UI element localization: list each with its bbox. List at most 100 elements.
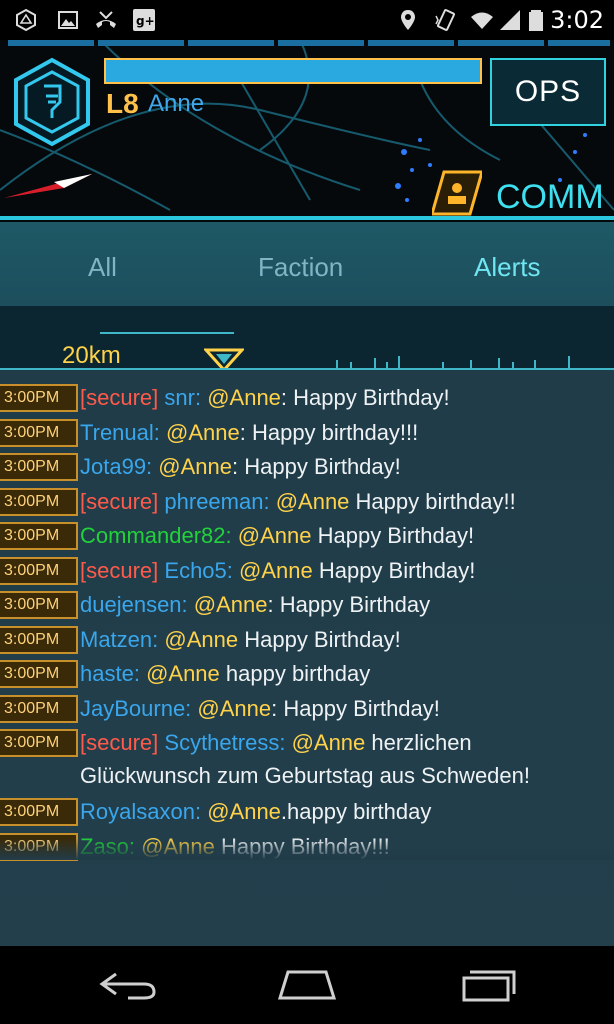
message-line: Matzen: @Anne Happy Birthday! bbox=[80, 626, 401, 654]
message-text: Happy birthday!! bbox=[349, 488, 516, 514]
back-icon[interactable] bbox=[98, 968, 158, 1002]
comm-agent-icon[interactable] bbox=[432, 170, 482, 216]
message-mention[interactable]: @Anne bbox=[239, 558, 313, 583]
message-sender[interactable]: snr: bbox=[164, 385, 201, 410]
message-sender[interactable]: haste: bbox=[80, 661, 140, 686]
message-text: herzlichen bbox=[365, 730, 472, 755]
location-icon bbox=[401, 10, 415, 30]
message-sender[interactable]: Scythetress: bbox=[164, 730, 285, 755]
message-timestamp: 3:00PM bbox=[0, 556, 78, 585]
message-text: : Happy Birthday bbox=[267, 592, 431, 617]
missed-call-icon bbox=[96, 11, 116, 28]
comm-title[interactable]: COMM bbox=[496, 178, 604, 217]
wifi-icon bbox=[471, 12, 493, 29]
ingress-icon bbox=[16, 8, 36, 32]
message-sender[interactable]: Commander82: bbox=[80, 523, 232, 548]
message-text: Happy Birthday! bbox=[238, 626, 401, 652]
message-mention[interactable]: @Anne bbox=[276, 489, 350, 514]
message-line: [secure] phreeman: @Anne Happy birthday!… bbox=[80, 488, 516, 516]
google-plus-icon: g+ bbox=[133, 9, 155, 31]
message-timestamp: 3:00PM bbox=[0, 660, 78, 688]
message-line: [secure] Scythetress: @Anne herzlichen bbox=[80, 729, 472, 757]
message-mention[interactable]: @Anne bbox=[164, 627, 238, 652]
agent-level: L8 bbox=[106, 88, 139, 119]
message-line: duejensen: @Anne: Happy Birthday bbox=[80, 591, 430, 619]
message-mention[interactable]: @Anne bbox=[166, 420, 240, 445]
message-line: Royalsaxon: @Anne.happy birthday bbox=[80, 798, 431, 826]
tab-faction[interactable]: Faction bbox=[258, 252, 343, 283]
image-icon bbox=[58, 11, 78, 29]
status-bar: g+ 3:02 bbox=[0, 0, 614, 40]
message-line: Trenual: @Anne: Happy birthday!!! bbox=[80, 419, 418, 447]
message-text: Happy Birthday! bbox=[311, 523, 475, 548]
secure-tag: [secure] bbox=[80, 557, 159, 583]
message-timestamp: 3:00PM bbox=[0, 729, 78, 757]
message-sender[interactable]: Royalsaxon: bbox=[80, 799, 201, 824]
chat-fade-edge bbox=[0, 838, 614, 860]
message-text: happy birthday bbox=[219, 661, 371, 686]
comm-divider bbox=[0, 216, 614, 220]
comm-tabs: All Faction Alerts bbox=[0, 222, 614, 306]
agent-header: L8 Anne OPS COMM bbox=[0, 40, 614, 222]
tab-all[interactable]: All bbox=[88, 252, 117, 283]
message-timestamp: 3:00PM bbox=[0, 418, 78, 447]
tab-alerts[interactable]: Alerts bbox=[474, 252, 540, 283]
home-icon[interactable] bbox=[276, 968, 338, 1002]
message-mention[interactable]: @Anne bbox=[194, 592, 268, 617]
message-timestamp: 3:00PM bbox=[0, 798, 78, 826]
top-strip bbox=[8, 40, 610, 48]
message-sender[interactable]: Jota99: bbox=[80, 454, 152, 479]
message-text: : Happy Birthday! bbox=[280, 385, 450, 410]
secure-tag: [secure] bbox=[80, 385, 159, 410]
message-mention[interactable]: @Anne bbox=[292, 730, 366, 755]
message-sender[interactable]: Trenual: bbox=[80, 420, 160, 445]
xp-bar-fill bbox=[106, 60, 480, 82]
message-line: JayBourne: @Anne: Happy Birthday! bbox=[80, 695, 440, 723]
message-mention[interactable]: @Anne bbox=[207, 385, 281, 410]
ops-button[interactable]: OPS bbox=[490, 58, 606, 126]
message-text: .happy birthday bbox=[280, 799, 432, 824]
svg-text:g+: g+ bbox=[136, 14, 155, 28]
message-text: : Happy Birthday! bbox=[232, 454, 401, 479]
message-sender[interactable]: duejensen: bbox=[80, 592, 188, 617]
vibrate-icon bbox=[435, 9, 456, 31]
message-timestamp: 3:00PM bbox=[0, 522, 78, 550]
android-nav-bar bbox=[0, 946, 614, 1024]
recents-icon[interactable] bbox=[460, 968, 516, 1002]
signal-icon bbox=[500, 10, 520, 30]
agent-name[interactable]: Anne bbox=[148, 90, 204, 118]
range-label: 20km bbox=[62, 342, 121, 369]
secure-tag: [secure] bbox=[80, 730, 159, 755]
message-line: Commander82: @Anne Happy Birthday! bbox=[80, 522, 474, 550]
battery-icon bbox=[529, 10, 543, 31]
message-sender[interactable]: Echo5: bbox=[164, 558, 233, 583]
message-timestamp: 3:00PM bbox=[0, 453, 78, 481]
message-timestamp: 3:00PM bbox=[0, 591, 78, 619]
message-timestamp: 3:00PM bbox=[0, 384, 78, 412]
range-slider[interactable]: 20km bbox=[0, 306, 614, 372]
xp-bar bbox=[104, 58, 482, 84]
message-line: Jota99: @Anne: Happy Birthday! bbox=[80, 453, 401, 481]
resistance-faction-icon[interactable] bbox=[6, 56, 98, 148]
message-line: [secure] snr: @Anne: Happy Birthday! bbox=[80, 384, 450, 412]
message-timestamp: 3:00PM bbox=[0, 487, 78, 516]
message-text: Happy Birthday! bbox=[312, 557, 476, 583]
chat-list[interactable]: 3:00PM [secure] snr: @Anne: Happy Birthda… bbox=[0, 370, 614, 946]
message-sender[interactable]: Matzen: bbox=[80, 627, 158, 652]
message-mention[interactable]: @Anne bbox=[197, 696, 271, 721]
clock: 3:02 bbox=[550, 6, 604, 34]
message-mention[interactable]: @Anne bbox=[146, 661, 220, 686]
compass-arrow-icon[interactable] bbox=[4, 172, 94, 202]
message-sender[interactable]: JayBourne: bbox=[80, 696, 191, 721]
range-slider-track bbox=[100, 332, 234, 334]
message-mention[interactable]: @Anne bbox=[158, 454, 232, 479]
message-sender[interactable]: phreeman: bbox=[164, 489, 269, 514]
message-line: [secure] Echo5: @Anne Happy Birthday! bbox=[80, 557, 475, 585]
message-line: haste: @Anne happy birthday bbox=[80, 660, 370, 688]
message-mention[interactable]: @Anne bbox=[238, 523, 312, 548]
message-timestamp: 3:00PM bbox=[0, 625, 78, 654]
message-text-continuation: Glückwunsch zum Geburtstag aus Schweden! bbox=[80, 763, 531, 788]
message-timestamp: 3:00PM bbox=[0, 694, 78, 723]
secure-tag: [secure] bbox=[80, 488, 159, 514]
message-mention[interactable]: @Anne bbox=[207, 799, 281, 824]
